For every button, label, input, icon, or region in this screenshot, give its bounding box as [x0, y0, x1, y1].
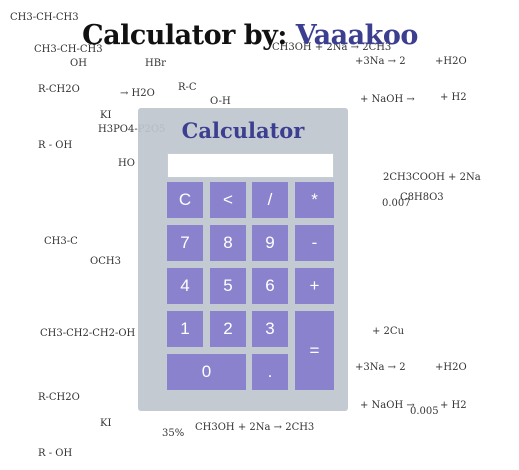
plus-button[interactable]: +: [295, 268, 334, 304]
digit-2-button[interactable]: 2: [210, 311, 246, 347]
bg-formula: +3Na → 2: [355, 362, 406, 373]
multiply-button[interactable]: *: [295, 182, 334, 218]
decimal-button[interactable]: .: [252, 354, 288, 390]
bg-formula: R-CH2O: [38, 392, 80, 403]
bg-formula: R - OH: [38, 140, 73, 151]
author-name: Vaaakoo: [295, 20, 419, 52]
bg-formula: CH3-CH2-CH2-OH: [40, 328, 136, 339]
page-title: Calculator by: Vaaakoo: [0, 20, 500, 51]
digit-5-button[interactable]: 5: [210, 268, 246, 304]
equals-button[interactable]: =: [295, 311, 334, 390]
backspace-button[interactable]: <: [210, 182, 246, 218]
minus-button[interactable]: -: [295, 225, 334, 261]
digit-3-button[interactable]: 3: [252, 311, 288, 347]
clear-button[interactable]: C: [167, 182, 203, 218]
digit-0-button[interactable]: 0: [167, 354, 246, 390]
bg-formula: HO: [118, 158, 135, 169]
page-title-prefix: Calculator by:: [82, 20, 287, 52]
digit-7-button[interactable]: 7: [167, 225, 203, 261]
bg-formula: CH3-C: [44, 236, 78, 247]
bg-formula: +3Na → 2: [355, 56, 406, 67]
bg-formula: + H2: [440, 400, 467, 411]
digit-4-button[interactable]: 4: [167, 268, 203, 304]
calculator: Calculator C < / * 7 8 9 - 4 5 6 + 1 2 3…: [138, 108, 348, 411]
bg-formula: + NaOH →: [360, 94, 415, 105]
bg-formula: R-C: [178, 82, 197, 93]
bg-formula: R-CH2O: [38, 84, 80, 95]
digit-1-button[interactable]: 1: [167, 311, 203, 347]
bg-formula: KI: [100, 110, 112, 121]
digit-6-button[interactable]: 6: [252, 268, 288, 304]
bg-formula: HBr: [145, 58, 166, 69]
bg-formula: + NaOH →: [360, 400, 415, 411]
bg-formula: +H2O: [435, 362, 467, 373]
bg-formula: + H2: [440, 92, 467, 103]
bg-formula: R - OH: [38, 448, 73, 459]
bg-formula: OH: [70, 58, 87, 69]
calculator-title: Calculator: [181, 118, 305, 143]
bg-formula: O-H: [210, 96, 231, 107]
bg-formula: CH3OH + 2Na → 2CH3: [195, 422, 315, 433]
bg-formula: 2CH3COOH + 2Na: [383, 172, 481, 183]
bg-formula: 0.007: [382, 198, 411, 209]
bg-formula: OCH3: [90, 256, 121, 267]
digit-9-button[interactable]: 9: [252, 225, 288, 261]
bg-formula: KI: [100, 418, 112, 429]
bg-formula: → H2O: [120, 88, 155, 99]
digit-8-button[interactable]: 8: [210, 225, 246, 261]
bg-formula: + 2Cu: [372, 326, 405, 337]
calculator-display[interactable]: [167, 153, 334, 178]
divide-button[interactable]: /: [252, 182, 288, 218]
bg-formula: +H2O: [435, 56, 467, 67]
bg-formula: 35%: [162, 428, 185, 439]
